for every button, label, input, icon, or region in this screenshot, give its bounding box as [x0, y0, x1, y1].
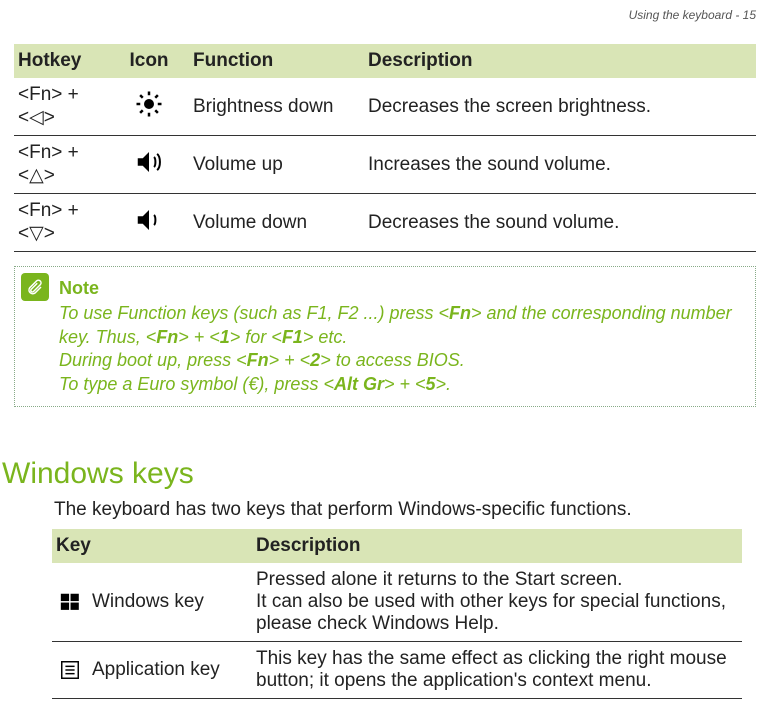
- header-key: Key: [52, 529, 252, 563]
- note-text: To use Function keys (such as F1, F2 ...…: [59, 303, 449, 323]
- note-key: Alt Gr: [334, 374, 384, 394]
- header-description: Description: [364, 44, 756, 78]
- note-key: 5: [426, 374, 436, 394]
- note-text: > to access BIOS.: [320, 350, 465, 370]
- section-heading-windows-keys: Windows keys: [0, 457, 770, 491]
- note-text: > + <: [269, 350, 311, 370]
- table-row: Application key This key has the same ef…: [52, 641, 742, 698]
- hotkey-suffix: <◁>: [18, 107, 55, 128]
- description-cell: This key has the same effect as clicking…: [252, 641, 742, 698]
- hotkey-suffix: <△>: [18, 165, 55, 186]
- note-key: 2: [310, 350, 320, 370]
- note-box: Note To use Function keys (such as F1, F…: [14, 266, 756, 407]
- volume-up-icon: [134, 161, 164, 182]
- header-description: Description: [252, 529, 742, 563]
- icon-cell: [109, 194, 189, 252]
- hotkey-prefix: <Fn> +: [18, 142, 79, 163]
- table-row: <Fn> + <◁> Brightness down Decreases the…: [14, 78, 756, 136]
- note-key: 1: [220, 327, 230, 347]
- key-label: Application key: [92, 659, 220, 681]
- key-cell: Windows key: [52, 563, 252, 642]
- hotkey-cell: <Fn> + <◁>: [14, 78, 109, 136]
- description-cell: Decreases the sound volume.: [364, 194, 756, 252]
- note-text: >.: [436, 374, 452, 394]
- hotkey-table-header-row: Hotkey Icon Function Description: [14, 44, 756, 78]
- table-row: Windows key Pressed alone it returns to …: [52, 563, 742, 642]
- key-label: Windows key: [92, 591, 204, 613]
- function-cell: Volume up: [189, 136, 364, 194]
- section-intro: The keyboard has two keys that perform W…: [54, 499, 770, 521]
- table-row: <Fn> + <△> Volume up Increases the sound…: [14, 136, 756, 194]
- hotkey-prefix: <Fn> +: [18, 84, 79, 105]
- note-line-2: During boot up, press <Fn> + <2> to acce…: [59, 349, 743, 372]
- description-cell: Pressed alone it returns to the Start sc…: [252, 563, 742, 642]
- winkeys-header-row: Key Description: [52, 529, 742, 563]
- hotkey-cell: <Fn> + <▽>: [14, 194, 109, 252]
- windows-logo-icon: [56, 591, 84, 613]
- note-text: > for <: [230, 327, 282, 347]
- icon-cell: [109, 136, 189, 194]
- note-key: Fn: [156, 327, 178, 347]
- note-line-1: To use Function keys (such as F1, F2 ...…: [59, 302, 743, 349]
- header-icon: Icon: [109, 44, 189, 78]
- note-text: > + <: [384, 374, 426, 394]
- note-text: > etc.: [303, 327, 348, 347]
- windows-keys-table: Key Description Windows key Pressed alon…: [52, 529, 742, 699]
- icon-cell: [109, 78, 189, 136]
- function-cell: Volume down: [189, 194, 364, 252]
- hotkey-suffix: <▽>: [18, 223, 55, 244]
- volume-down-icon: [134, 219, 164, 240]
- hotkey-table: Hotkey Icon Function Description <Fn> + …: [14, 44, 756, 252]
- hotkey-prefix: <Fn> +: [18, 200, 79, 221]
- note-title: Note: [59, 277, 743, 300]
- hotkey-cell: <Fn> + <△>: [14, 136, 109, 194]
- application-key-icon: [56, 659, 84, 681]
- note-line-3: To type a Euro symbol (€), press <Alt Gr…: [59, 373, 743, 396]
- description-cell: Decreases the screen brightness.: [364, 78, 756, 136]
- description-cell: Increases the sound volume.: [364, 136, 756, 194]
- key-cell: Application key: [52, 641, 252, 698]
- note-key: Fn: [247, 350, 269, 370]
- function-cell: Brightness down: [189, 78, 364, 136]
- header-hotkey: Hotkey: [14, 44, 109, 78]
- note-key: F1: [282, 327, 303, 347]
- note-text: During boot up, press <: [59, 350, 247, 370]
- page-header: Using the keyboard - 15: [0, 0, 770, 44]
- note-text: To type a Euro symbol (€), press <: [59, 374, 334, 394]
- note-key: Fn: [449, 303, 471, 323]
- brightness-icon: [134, 103, 164, 124]
- note-text: > + <: [178, 327, 220, 347]
- table-row: <Fn> + <▽> Volume down Decreases the sou…: [14, 194, 756, 252]
- paperclip-icon: [21, 273, 49, 301]
- header-function: Function: [189, 44, 364, 78]
- page-content: Hotkey Icon Function Description <Fn> + …: [0, 44, 770, 445]
